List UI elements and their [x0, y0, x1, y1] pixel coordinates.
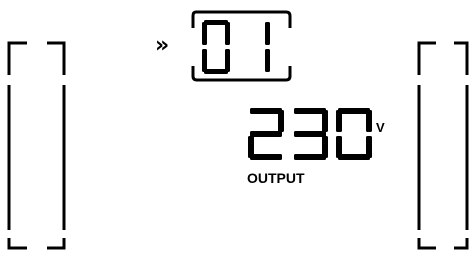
program-digit-1-segment-b — [265, 22, 270, 45]
program-digit-1-segment-c — [265, 49, 270, 72]
program-digit-0-segment-e — [202, 49, 207, 72]
reading-digit-2-segment-d — [338, 154, 370, 160]
reading-digit-1-segment-d — [294, 154, 326, 160]
program-number-display — [202, 20, 270, 74]
reading-digit-1 — [294, 108, 328, 160]
program-digit-0-segment-d — [204, 69, 228, 74]
reading-digit-2-segment-a — [338, 108, 370, 114]
program-digit-0-segment-f — [202, 22, 207, 45]
reading-digit-1-segment-b — [322, 110, 328, 132]
program-digit-0-segment-a — [204, 20, 228, 25]
reading-digit-1-segment-a — [294, 108, 326, 114]
reading-digit-0-segment-b — [278, 110, 284, 132]
reading-digit-2-segment-b — [366, 110, 372, 132]
program-digit-1 — [265, 22, 270, 72]
program-digit-0-segment-b — [225, 22, 230, 45]
reading-digit-0-segment-a — [250, 108, 282, 114]
double-chevron-right-icon: » — [155, 33, 169, 58]
reading-digit-0-segment-d — [250, 154, 282, 160]
reading-label: OUTPUT — [247, 170, 305, 186]
right-bar-gauge-icon — [417, 41, 469, 250]
reading-digit-2 — [336, 108, 372, 160]
reading-digit-0-segment-g — [250, 131, 282, 137]
lcd-display: » V OUTPUT — [0, 0, 473, 253]
reading-digit-1-segment-g — [294, 131, 326, 137]
reading-value-display — [248, 108, 372, 160]
reading-digit-2-segment-f — [336, 110, 342, 132]
program-digit-0 — [202, 20, 230, 74]
reading-unit: V — [376, 120, 385, 135]
reading-digit-2-segment-e — [336, 136, 342, 158]
program-digit-0-segment-c — [225, 49, 230, 72]
lcd-panel-svg: » V OUTPUT — [7, 10, 469, 250]
reading-digit-0 — [248, 108, 284, 160]
left-bar-gauge-icon — [7, 41, 66, 250]
